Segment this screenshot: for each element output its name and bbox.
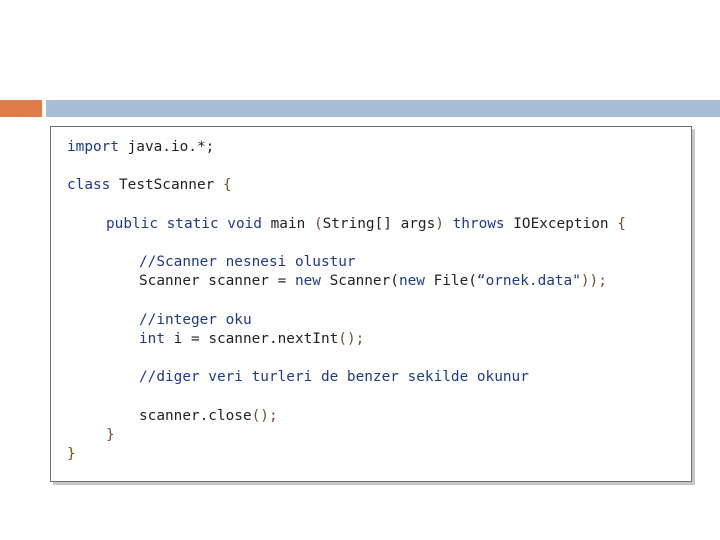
code-token: throws (443, 216, 505, 232)
code-token: new (398, 273, 425, 289)
code-token: IOException (504, 216, 618, 232)
code-token: } (67, 446, 76, 462)
code-token: public static void (106, 216, 262, 232)
code-token: int (139, 331, 165, 347)
code-token: ) (435, 216, 444, 232)
code-token: ( (313, 216, 323, 232)
code-token: { (617, 216, 626, 232)
code-line-scanner: Scanner scanner = new Scanner(new File(“… (139, 272, 607, 290)
code-token: (); (251, 408, 278, 424)
code-token: { (222, 177, 232, 193)
code-token: File( (424, 273, 477, 289)
code-line-close: scanner.close(); (139, 407, 278, 425)
accent-bar-blue (46, 100, 720, 117)
code-line-comment-2: //integer oku (139, 311, 252, 329)
code-token: (); (338, 331, 365, 347)
code-token: Scanner scanner = (139, 273, 295, 289)
code-comment: //diger veri turleri de benzer sekilde o… (139, 369, 529, 385)
code-line-class: class TestScanner { (67, 176, 232, 194)
code-comment: //Scanner nesnesi olustur (139, 254, 356, 270)
code-comment: //integer oku (139, 312, 252, 328)
code-token: class (67, 177, 111, 193)
code-token: } (106, 427, 115, 443)
code-line-brace-inner: } (106, 426, 115, 444)
code-token: TestScanner (110, 177, 223, 193)
code-token: String[] args (322, 216, 436, 232)
code-line-comment-1: //Scanner nesnesi olustur (139, 253, 356, 271)
slide: import java.io.*; class TestScanner { pu… (0, 0, 720, 540)
code-string: “ornek.data" (476, 273, 581, 289)
code-line-comment-3: //diger veri turleri de benzer sekilde o… (139, 368, 529, 386)
code-line-main: public static void main (String[] args) … (106, 215, 626, 233)
code-token: import (67, 139, 119, 155)
code-token: Scanner( (320, 273, 399, 289)
code-line-brace-outer: } (67, 445, 76, 463)
code-box: import java.io.*; class TestScanner { pu… (50, 126, 692, 482)
code-token: scanner.close (139, 408, 252, 424)
code-token: new (294, 273, 321, 289)
code-token: )); (580, 273, 607, 289)
code-line-int: int i = scanner.nextInt(); (139, 330, 364, 348)
code-token: main (261, 216, 314, 232)
code-token: i = scanner.nextInt (165, 331, 339, 347)
code-token: java.io.*; (118, 139, 215, 155)
accent-bar-orange (0, 100, 42, 117)
code-line-import: import java.io.*; (67, 138, 214, 156)
